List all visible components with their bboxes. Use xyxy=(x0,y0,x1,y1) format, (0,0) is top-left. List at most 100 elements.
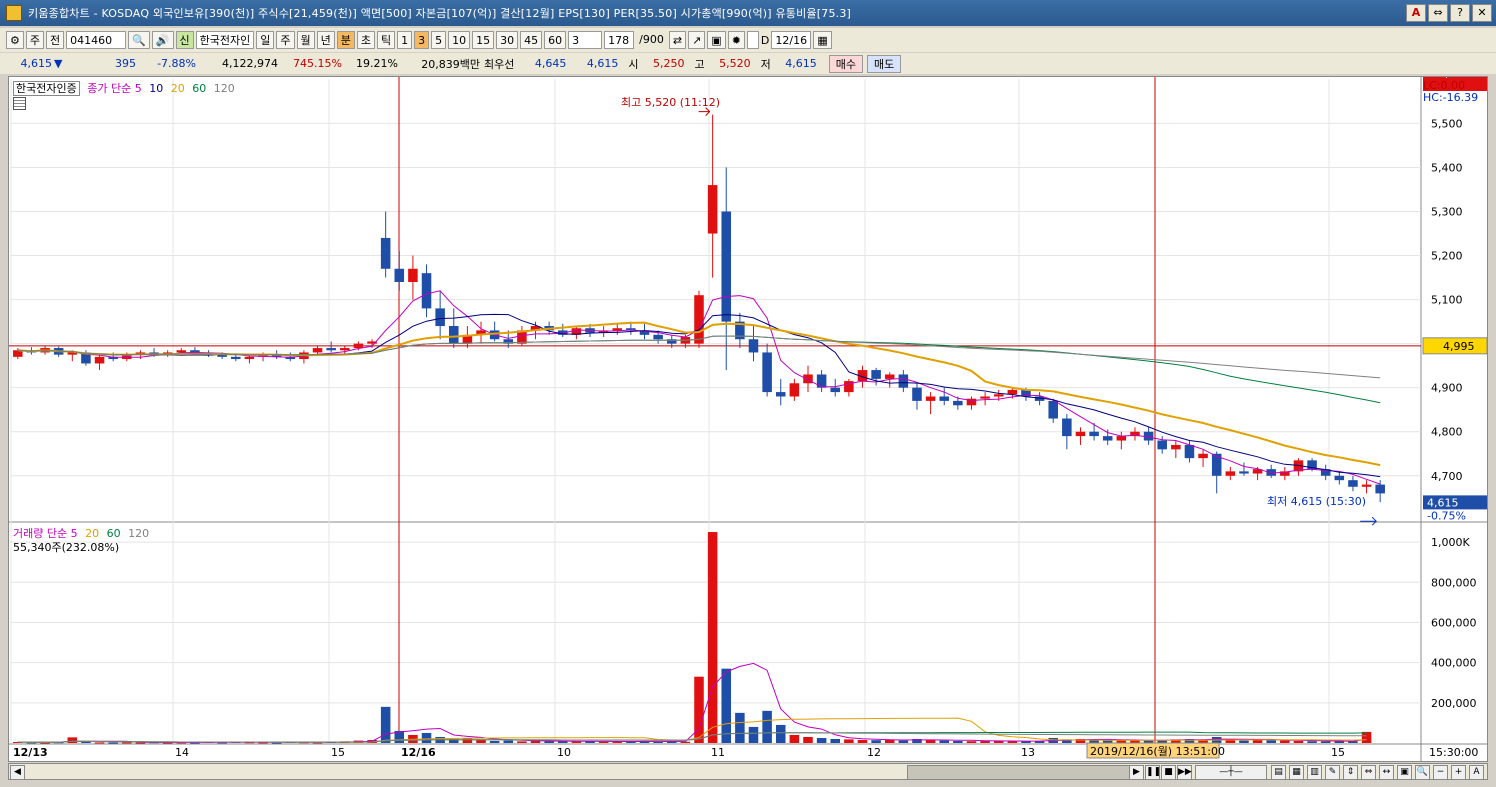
layout-icon[interactable]: ▤ xyxy=(1271,765,1286,780)
bar-count: 178 xyxy=(608,34,630,47)
time-tick-label: 14 xyxy=(175,746,189,759)
end-time-label: 15:30:00 xyxy=(1429,746,1478,759)
bar-count-input[interactable]: 178 xyxy=(604,31,635,49)
stock-name[interactable]: 한국전자인 xyxy=(195,31,255,49)
scale-icon[interactable]: ⇕ xyxy=(1343,765,1358,780)
volume-bar xyxy=(694,676,704,743)
volume-bar xyxy=(735,712,745,743)
link-button[interactable]: ⇔ xyxy=(1428,4,1448,22)
interval-day[interactable]: 일 xyxy=(256,31,275,49)
candle-body xyxy=(1048,400,1058,419)
pause-button[interactable]: ❚❚ xyxy=(1145,765,1161,780)
minute-15[interactable]: 15 xyxy=(472,31,495,49)
date-checkbox[interactable] xyxy=(746,31,759,49)
zoom-search-icon[interactable]: 🔍 xyxy=(1415,765,1430,780)
split-icon[interactable]: ▥ xyxy=(1307,765,1322,780)
stop-button[interactable]: ■ xyxy=(1161,765,1176,780)
interval-second[interactable]: 초 xyxy=(356,31,376,49)
fast-forward-button[interactable]: ▶▶ xyxy=(1177,765,1192,780)
gear-icon[interactable]: ✹ xyxy=(727,31,745,49)
time-tick-label: 15 xyxy=(1331,746,1345,759)
interval-minute[interactable]: 분 xyxy=(336,31,355,49)
calendar-icon[interactable]: ▦ xyxy=(813,31,832,49)
scroll-right-button[interactable]: ▶ xyxy=(1129,765,1144,780)
volume-bar xyxy=(122,742,132,744)
custom-interval-input[interactable]: 3 xyxy=(568,31,603,49)
candle-body xyxy=(1157,440,1167,450)
volume-bar xyxy=(81,741,91,743)
best-bid-1: 4,645 xyxy=(534,57,567,70)
volume-bar xyxy=(1021,741,1031,743)
volume-bar xyxy=(1307,741,1317,743)
interval-month[interactable]: 월 xyxy=(296,31,315,49)
code-input[interactable]: 041460 xyxy=(66,31,127,49)
price-tick-label: 4,800 xyxy=(1431,426,1463,439)
zoom-out-icon[interactable]: − xyxy=(1433,765,1448,780)
sell-button[interactable]: 매도 xyxy=(867,54,902,73)
volume-bar xyxy=(517,741,527,743)
candle-body xyxy=(449,326,459,344)
interval-tick[interactable]: 틱 xyxy=(377,31,396,49)
tile-icon[interactable]: ▦ xyxy=(1289,765,1304,780)
candle-body xyxy=(707,185,718,234)
auto-scale-icon[interactable]: A xyxy=(1469,765,1484,780)
current-price: 4,615 xyxy=(20,57,53,70)
minute-30[interactable]: 30 xyxy=(496,31,519,49)
zoom-in-icon[interactable]: + xyxy=(1451,765,1466,780)
candle-body xyxy=(340,348,350,351)
volume-tick-label: 600,000 xyxy=(1431,616,1477,629)
font-size-button[interactable]: A xyxy=(1406,4,1426,22)
period-select[interactable]: 주 xyxy=(25,31,44,49)
candle-body xyxy=(1102,436,1113,441)
range-icon[interactable]: ↔ xyxy=(1379,765,1394,780)
scroll-left-button[interactable]: ◀ xyxy=(10,765,25,780)
minute-3[interactable]: 3 xyxy=(414,31,430,49)
swap-icon[interactable]: ⇄ xyxy=(668,31,687,49)
search-icon[interactable]: 🔍 xyxy=(128,31,150,49)
candle-body xyxy=(1171,444,1181,450)
interval-year[interactable]: 년 xyxy=(316,31,335,49)
price-legend-prefix: 종가 단순 xyxy=(87,82,132,95)
candle-body xyxy=(1089,431,1099,437)
volume-bar xyxy=(571,741,582,743)
minute-60[interactable]: 60 xyxy=(544,31,567,49)
volume-bar xyxy=(748,726,759,743)
close-button[interactable]: ✕ xyxy=(1472,4,1492,22)
date-input[interactable]: 12/16 xyxy=(771,31,812,49)
candle-body xyxy=(1075,431,1086,437)
candle-body xyxy=(326,348,336,351)
stock-tag[interactable]: 한국전자인증 xyxy=(13,81,80,96)
buy-button[interactable]: 매수 xyxy=(828,54,863,73)
save-icon[interactable]: ▣ xyxy=(707,31,726,49)
ma20-label: 20 xyxy=(170,82,185,95)
speaker-icon[interactable]: 🔊 xyxy=(151,31,174,49)
compare-icon[interactable]: ↗ xyxy=(688,31,706,49)
candle-body xyxy=(1184,444,1195,459)
volume-bar xyxy=(721,668,732,743)
minute-10[interactable]: 10 xyxy=(448,31,471,49)
ma120-label: 120 xyxy=(213,82,235,95)
minute-1[interactable]: 1 xyxy=(397,31,413,49)
chart-area[interactable]: 5,5005,4005,3005,2005,1005,0004,9004,800… xyxy=(8,76,1488,762)
help-button[interactable]: ? xyxy=(1450,4,1470,22)
grid-toggle-icon[interactable] xyxy=(13,97,26,110)
candle-body xyxy=(1361,484,1372,487)
candle-body xyxy=(694,295,704,344)
chart-scrollbar[interactable]: ◀ ▶ ❚❚ ■ ▶▶ —┼— ▤ ▦ ▥ ✎ ⇕ ⇔ ↔ ▣ 🔍 − + A xyxy=(8,763,1488,780)
volume-bar xyxy=(1280,740,1290,743)
draw-icon[interactable]: ✎ xyxy=(1325,765,1340,780)
minute-5[interactable]: 5 xyxy=(431,31,447,49)
minute-45[interactable]: 45 xyxy=(520,31,543,49)
zoom-slider[interactable]: —┼— xyxy=(1195,765,1267,780)
prev-button[interactable]: 전 xyxy=(46,31,65,49)
volume-tick-label: 400,000 xyxy=(1431,657,1477,670)
candle-body xyxy=(612,328,623,331)
interval-week[interactable]: 주 xyxy=(276,31,295,49)
candle-body xyxy=(1198,453,1208,459)
compress-icon[interactable]: ⇔ xyxy=(1361,765,1376,780)
fit-icon[interactable]: ▣ xyxy=(1397,765,1412,780)
chart-svg[interactable]: 5,5005,4005,3005,2005,1005,0004,9004,800… xyxy=(9,77,1487,761)
scroll-thumb[interactable] xyxy=(907,765,1131,780)
settings-icon[interactable]: ⚙ xyxy=(6,31,24,49)
candle-body xyxy=(993,394,1004,397)
